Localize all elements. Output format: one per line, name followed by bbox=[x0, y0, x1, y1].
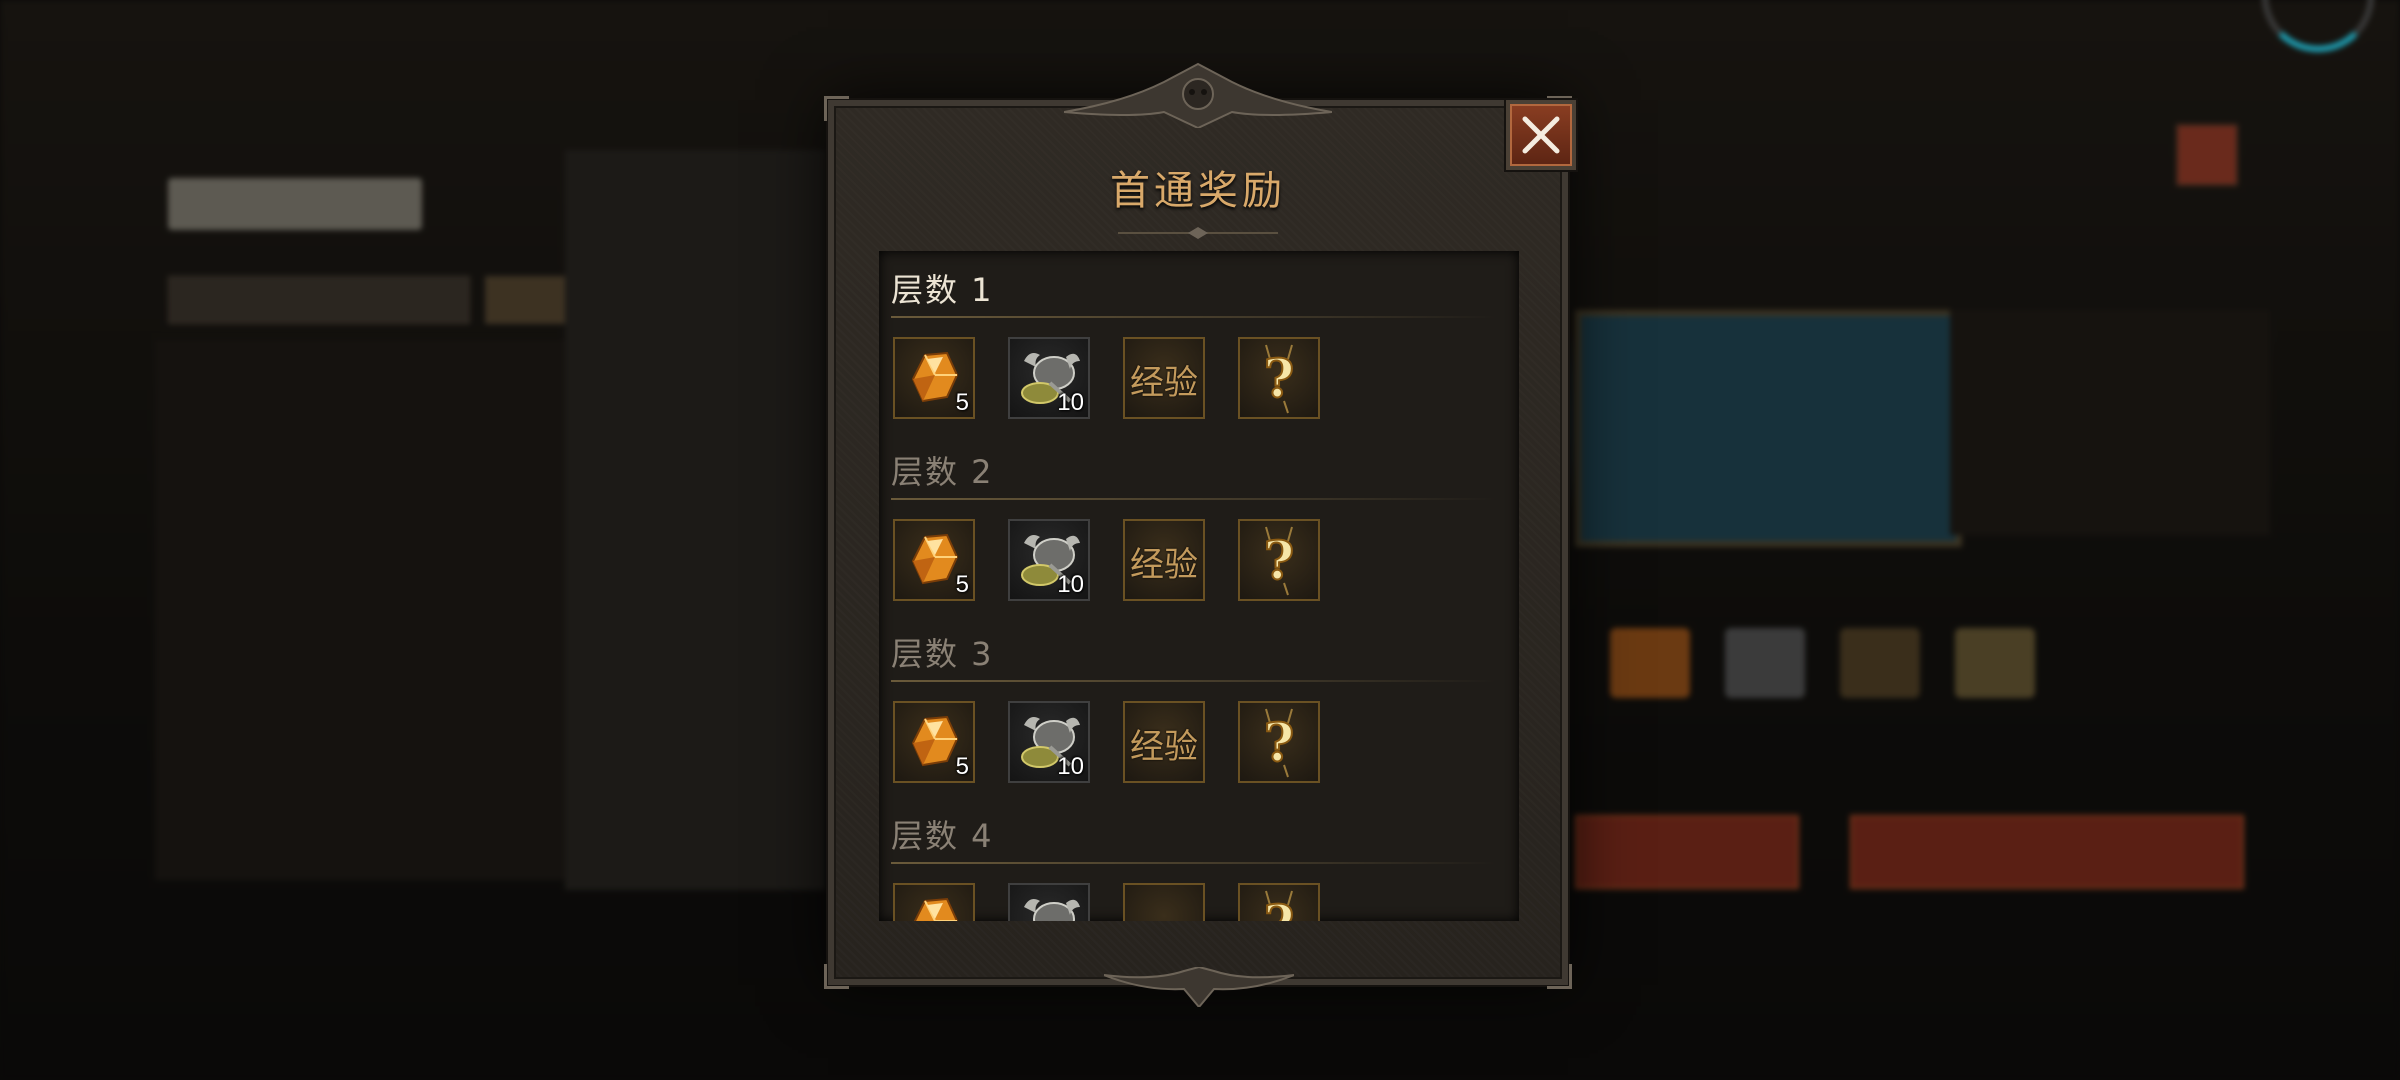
reward-slot[interactable]: ? bbox=[1238, 883, 1320, 921]
reward-slot[interactable]: 5 bbox=[893, 519, 975, 601]
floor-divider bbox=[891, 680, 1496, 682]
reward-count: 10 bbox=[1057, 389, 1084, 416]
title-divider-ornament bbox=[1118, 227, 1278, 239]
background-item bbox=[1725, 628, 1805, 698]
reward-slot[interactable]: 10 bbox=[1008, 337, 1090, 419]
floor-3-section: 层数 3 5 10 经验 ? bbox=[879, 615, 1519, 797]
floor-divider bbox=[891, 862, 1496, 864]
reward-slot[interactable] bbox=[1008, 883, 1090, 921]
background-panel bbox=[565, 150, 825, 890]
frame-corner bbox=[824, 96, 849, 121]
floor-label: 层数 2 bbox=[891, 453, 994, 491]
background-preview bbox=[1575, 310, 1962, 547]
reward-count: 10 bbox=[1057, 753, 1084, 780]
floor-divider bbox=[891, 498, 1496, 500]
background-item bbox=[1840, 628, 1920, 698]
reward-slot[interactable]: ? bbox=[1238, 337, 1320, 419]
floor-4-section: 层数 4 ? bbox=[879, 797, 1519, 921]
background-close-button bbox=[2176, 124, 2238, 186]
experience-label: 经验 bbox=[1130, 727, 1198, 767]
reward-slot[interactable]: ? bbox=[1238, 519, 1320, 601]
close-button[interactable] bbox=[1506, 100, 1576, 170]
reward-slot[interactable]: 5 bbox=[893, 337, 975, 419]
close-x-icon bbox=[1522, 116, 1560, 154]
background-info bbox=[1950, 310, 2270, 535]
floor-label: 层数 1 bbox=[891, 271, 994, 309]
reward-slot[interactable]: 10 bbox=[1008, 519, 1090, 601]
reward-slot[interactable] bbox=[893, 883, 975, 921]
svg-text:?: ? bbox=[1264, 531, 1294, 592]
reward-count: 5 bbox=[955, 753, 969, 780]
reward-slot[interactable]: 经验 bbox=[1123, 519, 1205, 601]
floor-divider bbox=[891, 316, 1496, 318]
background-item bbox=[1610, 628, 1690, 698]
first-clear-rewards-dialog: 首通奖励 层数 1 5 10 经验 ? 层数 2 5 10 经验 ? 层数 3 … bbox=[824, 62, 1576, 1007]
reward-slot[interactable]: 10 bbox=[1008, 701, 1090, 783]
frame-corner bbox=[824, 964, 849, 989]
background-button bbox=[1850, 815, 2244, 889]
svg-text:?: ? bbox=[1264, 349, 1294, 410]
background-list-panel bbox=[155, 340, 565, 880]
loading-ring-icon bbox=[2262, 0, 2374, 52]
background-tab bbox=[168, 276, 470, 324]
reward-floor-list[interactable]: 层数 1 5 10 经验 ? 层数 2 5 10 经验 ? 层数 3 5 10 … bbox=[879, 251, 1519, 921]
reward-slot[interactable]: 经验 bbox=[1123, 337, 1205, 419]
floor-1-section: 层数 1 5 10 经验 ? bbox=[879, 251, 1519, 433]
bottom-crest-ornament-icon bbox=[1104, 967, 1294, 1007]
dialog-title: 首通奖励 bbox=[1110, 168, 1286, 214]
experience-label: 经验 bbox=[1130, 363, 1198, 403]
reward-slot[interactable]: ? bbox=[1238, 701, 1320, 783]
reward-slot[interactable]: 5 bbox=[893, 701, 975, 783]
floor-label: 层数 4 bbox=[891, 817, 994, 855]
reward-slot[interactable] bbox=[1123, 883, 1205, 921]
reward-slot[interactable]: 经验 bbox=[1123, 701, 1205, 783]
svg-text:?: ? bbox=[1264, 713, 1294, 774]
floor-label: 层数 3 bbox=[891, 635, 994, 673]
skull-crest-ornament-icon bbox=[1064, 62, 1332, 128]
floor-2-section: 层数 2 5 10 经验 ? bbox=[879, 433, 1519, 615]
reward-count: 5 bbox=[955, 571, 969, 598]
reward-count: 5 bbox=[955, 389, 969, 416]
background-button bbox=[1575, 815, 1799, 889]
reward-count: 10 bbox=[1057, 571, 1084, 598]
background-title-block bbox=[168, 178, 422, 230]
background-item bbox=[1955, 628, 2035, 698]
experience-label: 经验 bbox=[1130, 545, 1198, 585]
frame-corner bbox=[1547, 964, 1572, 989]
svg-text:?: ? bbox=[1264, 895, 1294, 921]
